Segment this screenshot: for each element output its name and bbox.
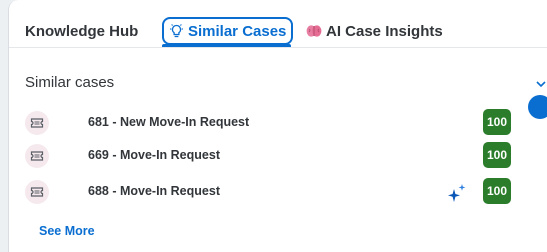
case-link[interactable]: 688 - Move-In Request <box>88 184 220 198</box>
section-title: Similar cases <box>25 74 115 91</box>
tab-similar-cases[interactable]: Similar Cases <box>162 17 294 45</box>
ticket-icon <box>25 180 49 204</box>
tab-similar-cases-label: Similar Cases <box>188 22 287 40</box>
similar-cases-panel: Knowledge Hub Similar Cases AI Case Insi… <box>8 0 547 252</box>
chevron-down-icon[interactable] <box>535 76 547 88</box>
case-link[interactable]: 669 - Move-In Request <box>88 148 220 162</box>
tab-ai-case-insights[interactable]: AI Case Insights <box>306 18 443 44</box>
tab-bar: Knowledge Hub Similar Cases AI Case Insi… <box>9 0 547 48</box>
score-badge: 100 <box>483 109 511 135</box>
case-link[interactable]: 681 - New Move-In Request <box>88 115 249 129</box>
ai-sparkle-icon <box>446 183 468 203</box>
tab-knowledge-hub-label: Knowledge Hub <box>25 22 139 40</box>
tab-knowledge-hub[interactable]: Knowledge Hub <box>25 18 138 44</box>
score-badge: 100 <box>483 178 511 204</box>
brain-icon <box>306 24 322 38</box>
score-badge: 100 <box>483 142 511 168</box>
ticket-icon <box>25 144 49 168</box>
assistant-bubble[interactable] <box>528 95 547 119</box>
ticket-icon <box>25 111 49 135</box>
see-more-link[interactable]: See More <box>39 224 95 238</box>
active-tab-indicator <box>162 44 291 47</box>
list-item: 681 - New Move-In Request 100 <box>9 108 529 138</box>
tab-ai-case-insights-label: AI Case Insights <box>326 22 443 40</box>
lightbulb-icon <box>169 23 184 39</box>
list-item: 669 - Move-In Request 100 <box>9 141 529 171</box>
